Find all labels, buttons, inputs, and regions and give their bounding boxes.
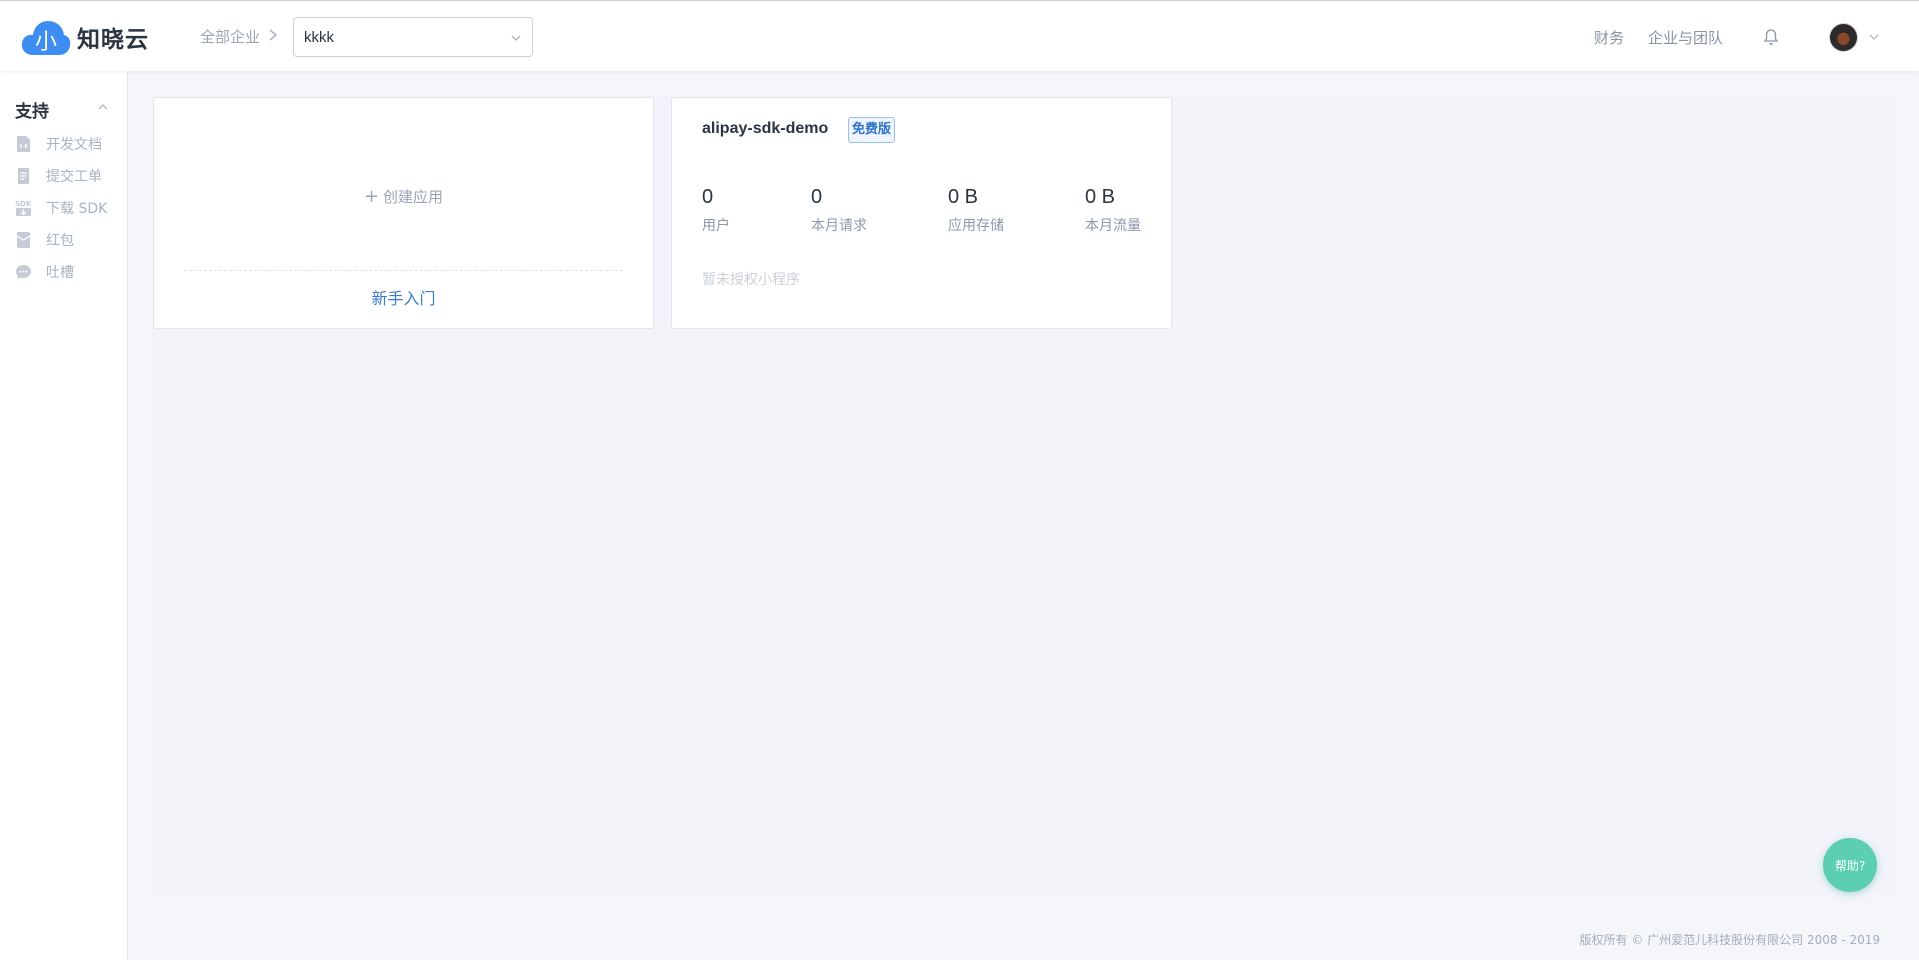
stat-value: 0 B (1085, 186, 1116, 208)
sidebar-item-label: 红包 (46, 233, 74, 249)
create-app-button[interactable]: + 创建应用 (154, 186, 653, 207)
stat-users: 0 用户 (702, 186, 730, 235)
cloud-logo-icon: 小 (21, 21, 71, 55)
document-icon (17, 136, 30, 152)
stat-label: 应用存储 (948, 218, 1004, 234)
stat-monthly-requests: 0 本月请求 (811, 186, 867, 235)
plan-badge: 免费版 (848, 117, 896, 143)
user-avatar[interactable] (1829, 23, 1858, 52)
stat-value: 0 (811, 186, 823, 208)
miniapp-status: 暂未授权小程序 (702, 272, 800, 288)
sidebar-item-label: 下载 SDK (46, 201, 108, 217)
nav-finance[interactable]: 财务 (1594, 27, 1624, 48)
plus-icon: + (363, 186, 380, 207)
chevron-up-icon[interactable] (97, 102, 109, 112)
sidebar-item-label: 开发文档 (46, 137, 102, 153)
sidebar-item-label: 提交工单 (46, 169, 102, 185)
stat-app-storage: 0 B 应用存储 (948, 186, 1004, 235)
chevron-down-icon (511, 35, 521, 41)
sidebar-section-title[interactable]: 支持 (15, 97, 49, 122)
beginner-guide-link[interactable]: 新手入门 (154, 285, 653, 309)
app-card[interactable]: alipay-sdk-demo 免费版 0 用户 0 本月请求 0 B 应用存储… (671, 97, 1172, 329)
sidebar-item-sdk[interactable]: SDK 下载 SDK (15, 197, 107, 219)
logo-mark-glyph: 小 (35, 30, 57, 55)
org-select-value: kkkk (304, 28, 334, 46)
sidebar-item-label: 吐槽 (46, 265, 74, 281)
sidebar: 支持 开发文档 提交工单 SDK 下载 SDK 红包 吐槽 (0, 71, 128, 960)
create-app-card: + 创建应用 新手入门 (153, 97, 654, 329)
stat-value: 0 B (948, 186, 979, 208)
org-select[interactable]: kkkk (293, 17, 533, 57)
app-name[interactable]: alipay-sdk-demo (702, 120, 828, 138)
sidebar-item-feedback[interactable]: 吐槽 (15, 261, 74, 283)
sidebar-item-docs[interactable]: 开发文档 (15, 133, 102, 155)
stat-value: 0 (702, 186, 714, 208)
stat-label: 本月请求 (811, 218, 867, 234)
sdk-download-icon: SDK (15, 200, 32, 216)
footer-copyright: 版权所有 © 广州爱范儿科技股份有限公司 2008 - 2019 (1579, 933, 1880, 947)
red-packet-icon (16, 232, 31, 248)
breadcrumb-all-enterprises[interactable]: 全部企业 (200, 26, 260, 47)
top-header: 小 知晓云 全部企业 kkkk 财务 企业与团队 (0, 0, 1919, 71)
stat-monthly-traffic: 0 B 本月流量 (1085, 186, 1141, 235)
svg-text:SDK: SDK (15, 200, 32, 208)
ticket-icon (18, 168, 29, 184)
stat-label: 用户 (702, 218, 730, 234)
bell-icon[interactable] (1763, 28, 1779, 46)
chevron-right-icon (269, 29, 278, 41)
chevron-down-icon[interactable] (1868, 31, 1880, 43)
logo-text: 知晓云 (77, 27, 149, 53)
help-button[interactable]: 帮助? (1823, 838, 1877, 892)
nav-enterprise-team[interactable]: 企业与团队 (1648, 27, 1723, 48)
sidebar-item-ticket[interactable]: 提交工单 (15, 165, 102, 187)
create-app-label: 创建应用 (383, 188, 444, 206)
stat-label: 本月流量 (1085, 218, 1141, 234)
chat-bubble-icon (16, 265, 31, 279)
divider (184, 270, 623, 271)
sidebar-item-red-packet[interactable]: 红包 (15, 229, 74, 251)
logo[interactable]: 小 知晓云 (21, 17, 149, 57)
